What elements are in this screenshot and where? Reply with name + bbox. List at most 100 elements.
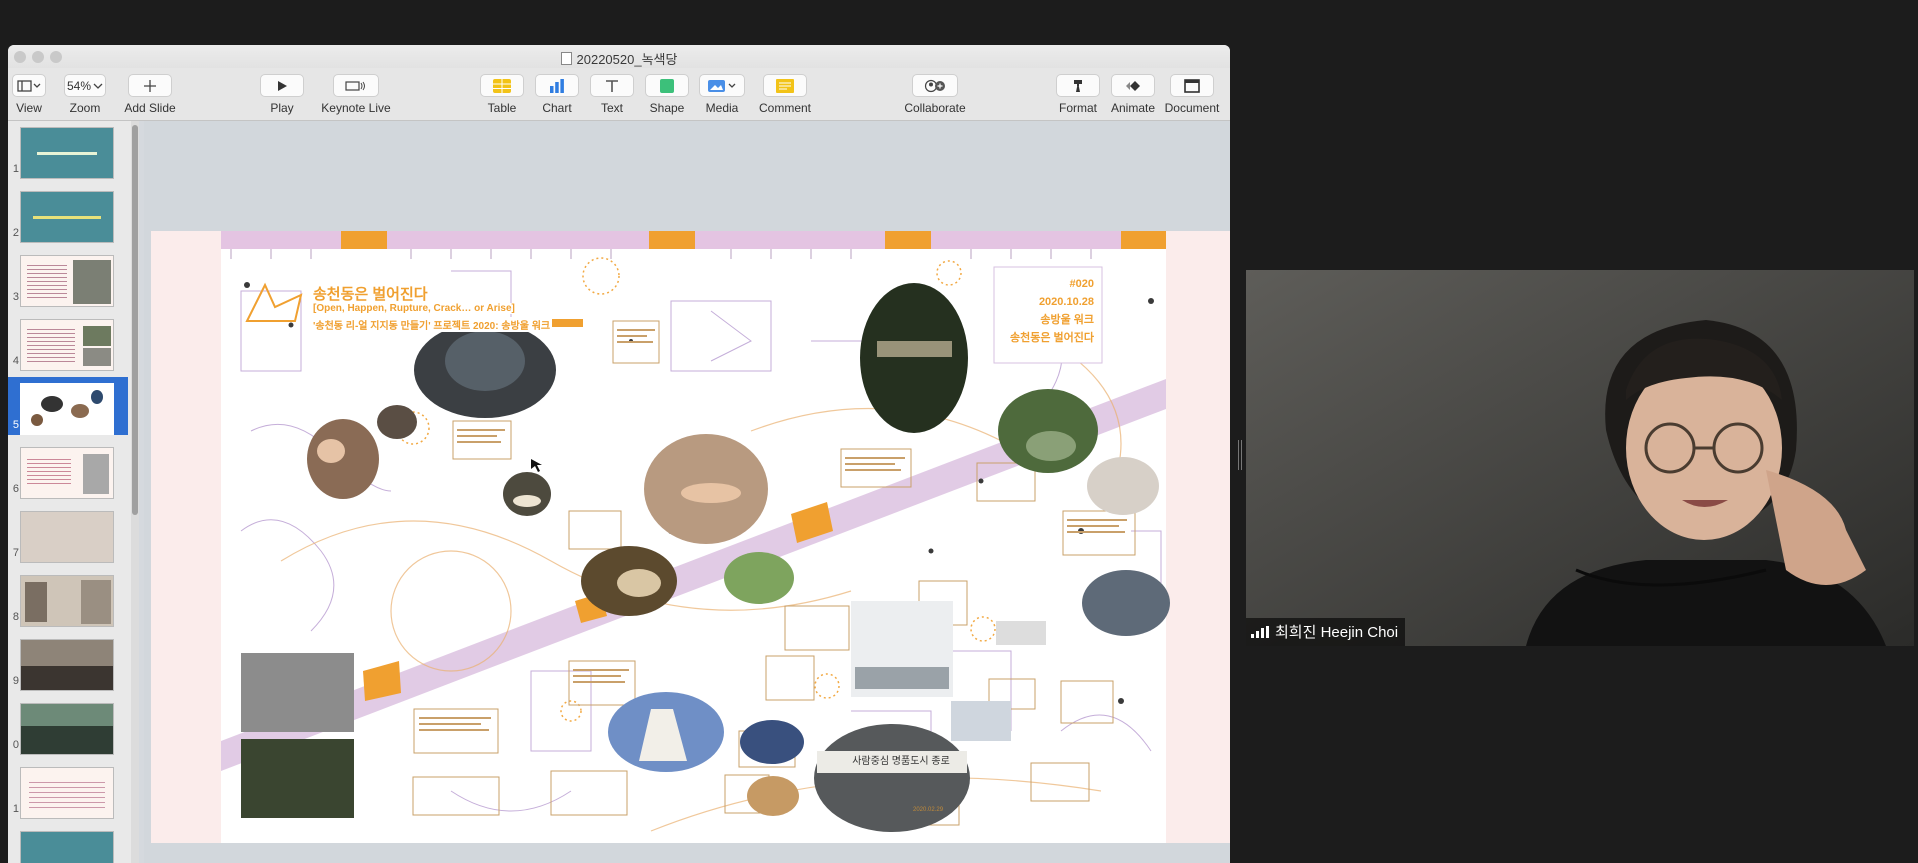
slide-badge: #020 2020.10.28 송방울 워크 송천동은 벌어진다 [994,275,1102,347]
slide-number: 3 [12,291,19,303]
shape-icon [660,78,674,93]
photo-sign-text: 사람중심 명품도시 종로 [852,756,950,767]
signal-strength-icon [1251,625,1269,638]
slide-preview [20,703,114,755]
participant-name: 최희진 Heejin Choi [1275,624,1399,641]
slide-number: 0 [12,739,19,751]
title-bar: 20220520_녹색당 [8,45,1230,68]
slide-preview [20,831,114,863]
slide-thumbnail[interactable]: 1 [8,761,128,819]
badge-line2: 송천동은 벌어진다 [1009,332,1094,344]
slide-thumbnail[interactable]: 1 [8,121,128,179]
slide-number: 5 [12,419,19,431]
zoom-value: 54% [66,78,92,93]
table-label: Table [487,101,517,115]
participant-video-frame [1246,270,1914,646]
play-button[interactable]: Play [259,74,305,115]
media-button[interactable]: Media [698,74,746,115]
window-title-text: 20220520_녹색당 [576,52,678,67]
slide-thumbnail[interactable]: 9 [8,633,128,691]
add-slide-button[interactable]: Add Slide [120,74,180,115]
shape-button[interactable]: Shape [644,74,690,115]
format-label: Format [1058,101,1097,115]
slide-number: 6 [12,483,19,495]
document-button[interactable]: Document [1162,74,1222,115]
slide-thumbnail[interactable]: 7 [8,505,128,563]
shape-label: Shape [649,101,685,115]
view-control[interactable]: View [10,74,48,115]
slide-thumbnail-selected[interactable]: 5 [8,377,128,435]
slide-preview [20,319,114,371]
chevron-down-icon [93,83,103,89]
slide-thumbnail[interactable]: 6 [8,441,128,499]
scrollbar-thumb[interactable] [132,125,138,515]
badge-number: #020 [1069,278,1094,290]
slide-5[interactable]: 송천동은 벌어진다 [Open, Happen, Rupture, Crack…… [151,231,1230,843]
animate-label: Animate [1110,101,1156,115]
format-brush-icon [1074,79,1082,92]
slide-number: 8 [12,611,19,623]
split-handle[interactable] [1238,440,1242,470]
text-button[interactable]: Text [589,74,635,115]
slide-preview [20,447,114,499]
comment-label: Comment [758,101,811,115]
zoom-control[interactable]: 54% Zoom [62,74,108,115]
chart-icon [550,78,564,93]
plus-icon [144,79,156,92]
slide-thumbnail[interactable]: 2 [8,185,128,243]
slide-thumbnail[interactable]: 8 [8,569,128,627]
slide-number: 4 [12,355,19,367]
slide-thumbnail[interactable]: 0 [8,697,128,755]
slide-preview [20,767,114,819]
participant-video: 최희진 Heejin Choi [1246,270,1914,646]
media-icon [708,79,736,92]
slide-number: 1 [12,163,19,175]
collaborate-button[interactable]: Collaborate [900,74,970,115]
zoom-label: Zoom [69,101,101,115]
add-slide-label: Add Slide [124,101,176,115]
navigator-scrollbar[interactable] [131,121,139,863]
badge-line1: 송방울 워크 [1040,314,1094,326]
slide-small-date: 2020.02.29 [913,807,944,813]
slide-number: 7 [12,547,19,559]
keynote-live-icon [345,80,365,91]
chart-button[interactable]: Chart [534,74,580,115]
keynote-live-button[interactable]: Keynote Live [314,74,398,115]
slide-title: 송천동은 벌어진다 [311,283,430,304]
slide-preview [20,383,114,435]
animate-button[interactable]: Animate [1110,74,1156,115]
format-button[interactable]: Format [1055,74,1101,115]
play-label: Play [270,101,294,115]
slide-preview [20,191,114,243]
slide-preview [20,127,114,179]
comment-icon [776,78,794,93]
comment-button[interactable]: Comment [755,74,815,115]
text-icon [606,79,618,92]
slide-thumbnail[interactable] [8,825,128,863]
participant-name-tag: 최희진 Heejin Choi [1246,618,1406,646]
view-icon [17,79,41,92]
slide-preview [20,511,114,563]
animate-icon [1126,80,1140,91]
slide-project-text: '송천동 리-얼 지지동 만들기' 프로젝트 2020: 송방울 워크 [311,317,553,332]
slide-canvas: 송천동은 벌어진다 [Open, Happen, Rupture, Crack…… [144,121,1230,863]
slide-subtitle: [Open, Happen, Rupture, Crack… or Arise] [311,303,517,314]
document-icon [1184,78,1200,93]
view-label: View [16,101,42,115]
slide-number: 2 [12,227,19,239]
table-button[interactable]: Table [479,74,525,115]
slide-thumbnail[interactable]: 4 [8,313,128,371]
document-icon [560,52,572,65]
keynote-live-label: Keynote Live [321,101,391,115]
chart-label: Chart [542,101,572,115]
slide-preview [20,255,114,307]
slide-preview [20,575,114,627]
badge-date: 2020.10.28 [1038,296,1094,308]
collaborate-icon [924,79,945,92]
window-title: 20220520_녹색당 [8,49,1230,68]
play-icon [278,80,287,91]
keynote-window: 20220520_녹색당 View 54% Zoom Add Slide Pla… [8,45,1230,863]
slide-thumbnail[interactable]: 3 [8,249,128,307]
slide-number: 9 [12,675,19,687]
collaborate-label: Collaborate [904,101,966,115]
